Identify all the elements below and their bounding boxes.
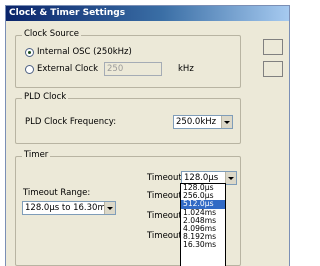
cancel-button[interactable]	[263, 61, 283, 77]
timeout1-dropdown-list[interactable]: 128.0µs 256.0µs 512.0µs 1.024ms 2.048ms …	[180, 183, 226, 266]
external-clock-input[interactable]: 250	[104, 62, 162, 76]
timeout-range-value: 128.0µs to 16.30ms	[25, 203, 111, 213]
pld-clock-group: PLD Clock PLD Clock Frequency: 250.0kHz	[15, 92, 241, 144]
external-clock-option[interactable]: External Clock	[25, 64, 98, 74]
clock-timer-settings-dialog: Clock & Timer Settings Clock Source Inte…	[5, 5, 290, 266]
chevron-down-icon[interactable]	[104, 202, 115, 214]
pld-clock-legend: PLD Clock	[22, 92, 69, 102]
internal-osc-label: Internal OSC (250kHz)	[37, 47, 132, 57]
pld-clock-frequency-value: 250.0kHz	[176, 117, 217, 127]
timeout-range-select[interactable]: 128.0µs to 16.30ms	[22, 201, 116, 215]
clock-source-group: Clock Source Internal OSC (250kHz) Exter…	[15, 29, 241, 88]
chevron-down-icon[interactable]	[221, 116, 232, 128]
chevron-down-icon[interactable]	[225, 172, 236, 184]
external-clock-label: External Clock	[37, 64, 99, 74]
external-clock-unit: kHz	[178, 64, 194, 74]
internal-osc-option[interactable]: Internal OSC (250kHz)	[25, 47, 132, 57]
pld-clock-frequency-label: PLD Clock Frequency:	[25, 117, 117, 127]
timeout-range-label: Timeout Range:	[23, 188, 91, 198]
internal-osc-radio[interactable]	[25, 47, 34, 57]
timer-legend: Timer	[22, 150, 51, 160]
clock-source-legend: Clock Source	[22, 29, 81, 39]
ok-button[interactable]	[263, 39, 283, 55]
dialog-title: Clock & Timer Settings	[6, 6, 289, 21]
pld-clock-frequency-select[interactable]: 250.0kHz	[173, 115, 233, 129]
timeout1-value: 128.0µs	[184, 173, 219, 183]
external-clock-radio[interactable]	[25, 64, 34, 74]
dropdown-option[interactable]: 16.30ms	[181, 241, 225, 249]
